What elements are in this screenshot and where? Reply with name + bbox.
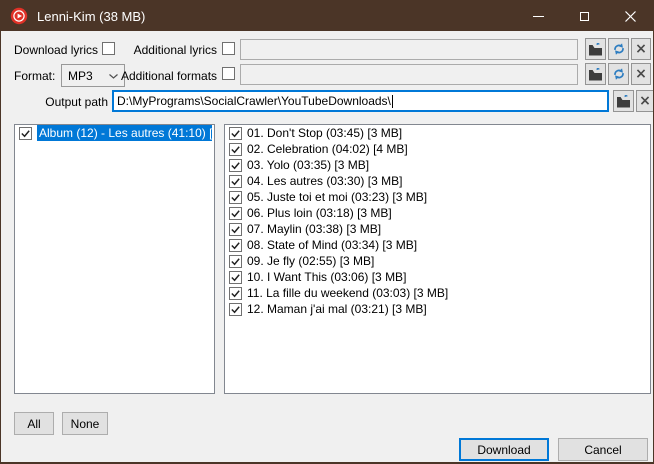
browse-lyrics-button[interactable] bbox=[585, 38, 606, 60]
track-label: 02. Celebration (04:02) [4 MB] bbox=[247, 142, 408, 156]
album-row[interactable]: Album (12) - Les autres (41:10) [38 MB] bbox=[15, 125, 214, 141]
album-checkbox[interactable] bbox=[19, 127, 32, 140]
track-checkbox[interactable] bbox=[229, 207, 242, 220]
additional-formats-checkbox[interactable] bbox=[222, 67, 235, 80]
track-label: 01. Don't Stop (03:45) [3 MB] bbox=[247, 126, 402, 140]
track-row[interactable]: 10. I Want This (03:06) [3 MB] bbox=[225, 269, 650, 285]
browse-formats-button[interactable] bbox=[585, 63, 606, 85]
clear-formats-button[interactable]: × bbox=[631, 63, 651, 85]
download-lyrics-checkbox[interactable] bbox=[102, 42, 115, 55]
minimize-button[interactable] bbox=[515, 1, 561, 31]
x-icon: × bbox=[635, 42, 647, 56]
track-label: 09. Je fly (02:55) [3 MB] bbox=[247, 254, 374, 268]
youtube-music-icon bbox=[10, 7, 28, 25]
track-checkbox[interactable] bbox=[229, 303, 242, 316]
track-row[interactable]: 04. Les autres (03:30) [3 MB] bbox=[225, 173, 650, 189]
open-folder-icon bbox=[616, 95, 631, 108]
close-button[interactable] bbox=[607, 1, 653, 31]
additional-formats-label: Additional formats bbox=[121, 69, 217, 83]
format-label: Format: bbox=[14, 69, 55, 83]
output-path-label: Output path bbox=[41, 95, 108, 109]
track-checkbox[interactable] bbox=[229, 175, 242, 188]
track-row[interactable]: 03. Yolo (03:35) [3 MB] bbox=[225, 157, 650, 173]
tracks-listbox[interactable]: 01. Don't Stop (03:45) [3 MB] 02. Celebr… bbox=[224, 124, 651, 394]
track-row[interactable]: 06. Plus loin (03:18) [3 MB] bbox=[225, 205, 650, 221]
output-path-value: D:\MyPrograms\SocialCrawler\YouTubeDownl… bbox=[117, 94, 391, 108]
x-icon: × bbox=[635, 67, 647, 81]
download-lyrics-label: Download lyrics bbox=[14, 43, 98, 57]
window-title: Lenni-Kim (38 MB) bbox=[37, 9, 515, 24]
track-checkbox[interactable] bbox=[229, 127, 242, 140]
maximize-button[interactable] bbox=[561, 1, 607, 31]
track-checkbox[interactable] bbox=[229, 159, 242, 172]
track-label: 10. I Want This (03:06) [3 MB] bbox=[247, 270, 406, 284]
track-checkbox[interactable] bbox=[229, 255, 242, 268]
titlebar: Lenni-Kim (38 MB) bbox=[1, 1, 653, 31]
browse-output-path-button[interactable] bbox=[613, 90, 634, 112]
track-checkbox[interactable] bbox=[229, 271, 242, 284]
additional-formats-field[interactable] bbox=[240, 64, 578, 85]
track-checkbox[interactable] bbox=[229, 223, 242, 236]
track-row[interactable]: 07. Maylin (03:38) [3 MB] bbox=[225, 221, 650, 237]
clear-lyrics-button[interactable]: × bbox=[631, 38, 651, 60]
format-combobox[interactable]: MP3 bbox=[61, 64, 125, 87]
cancel-button[interactable]: Cancel bbox=[558, 438, 648, 461]
track-checkbox[interactable] bbox=[229, 191, 242, 204]
track-label: 03. Yolo (03:35) [3 MB] bbox=[247, 158, 369, 172]
albums-listbox[interactable]: Album (12) - Les autres (41:10) [38 MB] bbox=[14, 124, 215, 394]
app-window: Lenni-Kim (38 MB) Download lyrics Additi… bbox=[0, 0, 654, 464]
track-row[interactable]: 01. Don't Stop (03:45) [3 MB] bbox=[225, 125, 650, 141]
download-button[interactable]: Download bbox=[459, 438, 549, 461]
sync-icon bbox=[612, 67, 626, 81]
track-row[interactable]: 11. La fille du weekend (03:03) [3 MB] bbox=[225, 285, 650, 301]
track-label: 05. Juste toi et moi (03:23) [3 MB] bbox=[247, 190, 427, 204]
track-row[interactable]: 09. Je fly (02:55) [3 MB] bbox=[225, 253, 650, 269]
track-row[interactable]: 02. Celebration (04:02) [4 MB] bbox=[225, 141, 650, 157]
format-value: MP3 bbox=[68, 69, 93, 83]
track-row[interactable]: 08. State of Mind (03:34) [3 MB] bbox=[225, 237, 650, 253]
album-label: Album (12) - Les autres (41:10) [38 MB] bbox=[37, 125, 212, 141]
additional-lyrics-field[interactable] bbox=[240, 39, 578, 60]
track-row[interactable]: 12. Maman j'ai mal (03:21) [3 MB] bbox=[225, 301, 650, 317]
additional-lyrics-checkbox[interactable] bbox=[222, 42, 235, 55]
track-label: 04. Les autres (03:30) [3 MB] bbox=[247, 174, 402, 188]
track-checkbox[interactable] bbox=[229, 239, 242, 252]
refresh-formats-button[interactable] bbox=[608, 63, 629, 85]
track-label: 06. Plus loin (03:18) [3 MB] bbox=[247, 206, 392, 220]
track-label: 11. La fille du weekend (03:03) [3 MB] bbox=[247, 286, 448, 300]
chevron-down-icon bbox=[109, 74, 118, 79]
open-folder-icon bbox=[588, 68, 603, 81]
track-checkbox[interactable] bbox=[229, 143, 242, 156]
close-icon bbox=[625, 11, 636, 22]
maximize-icon bbox=[580, 12, 589, 21]
additional-lyrics-label: Additional lyrics bbox=[129, 43, 217, 57]
x-icon: × bbox=[639, 94, 651, 108]
track-label: 07. Maylin (03:38) [3 MB] bbox=[247, 222, 381, 236]
text-caret bbox=[392, 95, 393, 108]
track-checkbox[interactable] bbox=[229, 287, 242, 300]
track-label: 08. State of Mind (03:34) [3 MB] bbox=[247, 238, 417, 252]
output-path-input[interactable]: D:\MyPrograms\SocialCrawler\YouTubeDownl… bbox=[112, 90, 609, 112]
open-folder-icon bbox=[588, 43, 603, 56]
refresh-lyrics-button[interactable] bbox=[608, 38, 629, 60]
clear-output-path-button[interactable]: × bbox=[636, 90, 654, 112]
minimize-icon bbox=[533, 16, 544, 17]
select-none-button[interactable]: None bbox=[62, 412, 108, 435]
select-all-button[interactable]: All bbox=[14, 412, 54, 435]
track-label: 12. Maman j'ai mal (03:21) [3 MB] bbox=[247, 302, 427, 316]
track-row[interactable]: 05. Juste toi et moi (03:23) [3 MB] bbox=[225, 189, 650, 205]
sync-icon bbox=[612, 42, 626, 56]
